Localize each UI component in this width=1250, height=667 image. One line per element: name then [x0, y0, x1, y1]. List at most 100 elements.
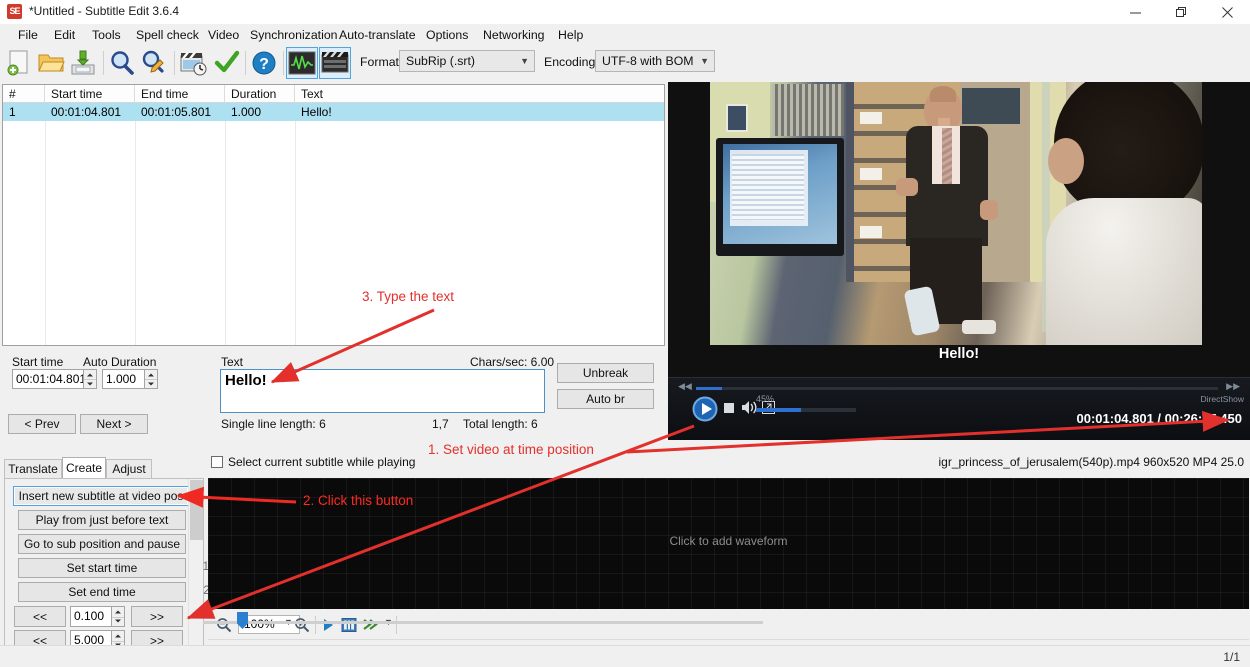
auto-br-button[interactable]: Auto br	[557, 389, 654, 409]
stop-icon	[724, 403, 734, 413]
video-seek-bar[interactable]	[696, 387, 1218, 390]
insert-subtitle-button[interactable]: Insert new subtitle at video pos	[13, 486, 189, 506]
start-time-input[interactable]: 00:01:04.801	[12, 369, 86, 389]
list-gridline	[295, 103, 296, 345]
create-panel-scrollbar[interactable]	[188, 479, 203, 651]
menu-help[interactable]: Help	[549, 24, 592, 46]
step-forward-button-1[interactable]: >>	[131, 606, 183, 627]
format-combo[interactable]: SubRip (.srt) ▼	[399, 50, 535, 72]
status-page-indicator: 1/1	[1223, 650, 1240, 664]
menu-auto-translate[interactable]: Auto-translate	[330, 24, 425, 46]
subtitle-text-input[interactable]: Hello!	[220, 369, 545, 413]
auto-duration-input[interactable]: 1.000	[102, 369, 145, 389]
menu-spell-check[interactable]: Spell check	[127, 24, 208, 46]
column-header-end[interactable]: End time	[135, 85, 225, 103]
play-button[interactable]	[692, 396, 718, 425]
menu-edit[interactable]: Edit	[45, 24, 84, 46]
volume-slider[interactable]	[756, 408, 856, 412]
step-value-input-1[interactable]: 0.100	[70, 606, 112, 627]
column-header-start[interactable]: Start time	[45, 85, 135, 103]
close-icon	[1221, 7, 1233, 18]
total-length-label: Total length: 6	[463, 417, 538, 431]
rewind-icon[interactable]: ◀◀	[678, 381, 692, 392]
chevron-down-icon: ▼	[700, 56, 709, 66]
unbreak-button[interactable]: Unbreak	[557, 363, 654, 383]
next-subtitle-button[interactable]: Next >	[80, 414, 148, 434]
list-gridline	[225, 103, 226, 345]
set-end-time-button[interactable]: Set end time	[18, 582, 186, 602]
play-from-before-button[interactable]: Play from just before text	[18, 510, 186, 530]
new-file-button[interactable]	[5, 48, 35, 78]
waveform-toggle-button[interactable]	[286, 47, 318, 79]
play-icon	[692, 396, 718, 422]
zoom-in-button[interactable]	[294, 617, 310, 636]
restore-icon	[1175, 7, 1186, 18]
select-while-playing-label: Select current subtitle while playing	[228, 455, 416, 469]
encoding-combo[interactable]: UTF-8 with BOM ▼	[595, 50, 715, 72]
close-button[interactable]	[1204, 0, 1250, 24]
annotation-step-3: 3. Type the text	[362, 289, 455, 304]
forward-icon[interactable]: ▶▶	[1226, 381, 1240, 392]
tab-translate[interactable]: Translate	[4, 459, 62, 478]
start-time-stepper[interactable]	[83, 369, 97, 389]
column-header-duration[interactable]: Duration	[225, 85, 295, 103]
toolbar-separator-3	[245, 51, 246, 75]
open-file-button[interactable]	[36, 48, 66, 78]
video-renderer-label: DirectShow	[1200, 394, 1244, 404]
tab-adjust[interactable]: Adjust	[106, 459, 152, 478]
prev-subtitle-button[interactable]: < Prev	[8, 414, 76, 434]
table-row[interactable]: 1 00:01:04.801 00:01:05.801 1.000 Hello!	[3, 103, 664, 121]
subtitle-list[interactable]: # Start time End time Duration Text 1 00…	[2, 84, 665, 346]
waveform-hint-label: Click to add waveform	[669, 534, 788, 548]
stop-button[interactable]	[723, 402, 735, 417]
replace-button[interactable]	[139, 48, 169, 78]
video-toggle-button[interactable]	[319, 47, 351, 79]
cell-start: 00:01:04.801	[51, 105, 122, 119]
column-header-number[interactable]: #	[3, 85, 45, 103]
minimize-icon	[1129, 12, 1141, 14]
minimize-button[interactable]	[1112, 0, 1158, 24]
auto-duration-stepper[interactable]	[144, 369, 158, 389]
waveform-toolbar: 100% ▼	[208, 610, 1249, 640]
find-button[interactable]	[107, 48, 137, 78]
sync-button[interactable]	[178, 48, 208, 78]
help-button[interactable]: ?	[249, 48, 279, 78]
goto-sub-pause-button[interactable]: Go to sub position and pause	[18, 534, 186, 554]
toolbar-separator-1	[103, 51, 104, 75]
create-tab-panel: Insert new subtitle at video pos Play fr…	[4, 478, 210, 652]
set-start-time-button[interactable]: Set start time	[18, 558, 186, 578]
menu-options[interactable]: Options	[417, 24, 477, 46]
waveform-position-slider[interactable]	[203, 621, 763, 624]
spell-check-button[interactable]	[212, 48, 242, 78]
video-toggle-icon	[321, 52, 349, 73]
maximize-button[interactable]	[1158, 0, 1204, 24]
step-value-stepper-1[interactable]	[111, 606, 125, 627]
waveform-grid-button[interactable]	[341, 617, 357, 636]
column-header-text[interactable]: Text	[295, 85, 664, 103]
save-icon	[71, 50, 95, 75]
svg-text:?: ?	[259, 56, 269, 73]
save-button[interactable]	[68, 48, 98, 78]
waveform-zoom-value: 100%	[244, 617, 275, 631]
waveform-toolbar-separator-2	[396, 616, 397, 634]
menu-file[interactable]: File	[9, 24, 47, 46]
menu-bar: File Edit Tools Spell check Video Synchr…	[0, 24, 1250, 46]
video-frame[interactable]	[710, 82, 1202, 345]
select-while-playing-checkbox[interactable]	[211, 456, 223, 468]
auto-duration-label: Auto Duration	[83, 355, 157, 369]
app-icon: SE	[7, 4, 22, 19]
tab-create[interactable]: Create	[62, 457, 106, 478]
annotation-step-2: 2. Click this button	[303, 493, 414, 508]
start-time-label: Start time	[12, 355, 64, 369]
zoom-out-button[interactable]	[216, 617, 232, 636]
menu-tools[interactable]: Tools	[83, 24, 130, 46]
open-folder-icon	[38, 54, 65, 72]
zoom-in-icon	[295, 618, 310, 633]
line-column-label: 1,7	[432, 417, 449, 431]
video-player[interactable]: Hello! ◀◀ ▶▶ 45% DirectShow 00:01:04.801…	[668, 82, 1250, 440]
video-time-position: 00:01:04.801 / 00:26:25.450	[1076, 411, 1242, 426]
volume-percent-label: 45%	[756, 394, 775, 404]
step-back-button-1[interactable]: <<	[14, 606, 66, 627]
menu-networking[interactable]: Networking	[474, 24, 554, 46]
list-gridline	[135, 103, 136, 345]
